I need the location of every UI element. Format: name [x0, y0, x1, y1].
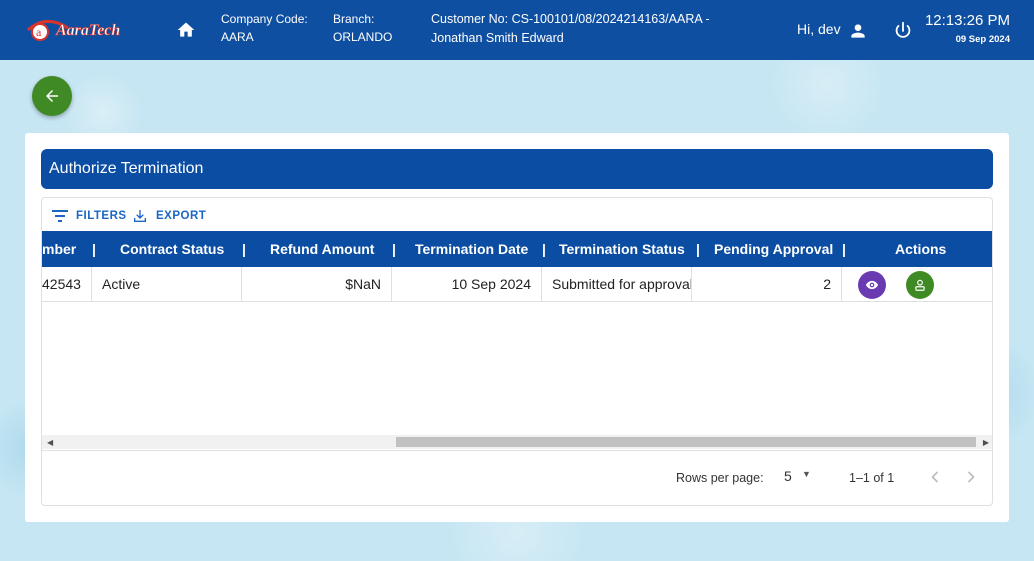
view-button[interactable]: [858, 271, 886, 299]
logo-text: AaraTech: [55, 22, 120, 39]
scroll-left-arrow-icon[interactable]: ◀: [47, 438, 53, 447]
cell-number: 42543: [42, 267, 92, 302]
clock-time: 12:13:26 PM: [924, 12, 1010, 29]
main-card: Authorize Termination FILTERS EXPORT mbe…: [25, 133, 1009, 522]
pagination-range: 1–1 of 1: [849, 471, 895, 485]
aaratech-logo[interactable]: a AaraTech: [26, 16, 144, 42]
export-button[interactable]: EXPORT: [132, 208, 206, 224]
chevron-left-icon: [931, 471, 939, 483]
column-header-termination-status[interactable]: Termination Status: [559, 231, 685, 267]
greeting: Hi, dev: [797, 21, 841, 37]
rows-per-page-label: Rows per page:: [676, 471, 764, 485]
chevron-right-icon: [967, 471, 975, 483]
arrow-left-icon: [46, 90, 58, 102]
download-icon: [134, 210, 146, 222]
column-header-refund-amount[interactable]: Refund Amount: [270, 231, 374, 267]
page-title: Authorize Termination: [41, 149, 993, 189]
column-header-contract-status[interactable]: Contract Status: [120, 231, 224, 267]
filters-label: FILTERS: [76, 210, 127, 222]
cell-termination-status: Submitted for approval: [542, 267, 692, 302]
eye-icon: [865, 280, 879, 290]
branch: Branch: ORLANDO: [333, 10, 392, 46]
customer-name: Jonathan Smith Edward: [431, 31, 564, 45]
column-header-termination-date[interactable]: Termination Date: [415, 231, 528, 267]
table-row[interactable]: 42543 Active $NaN 10 Sep 2024 Submitted …: [42, 267, 992, 302]
company-code: Company Code: AARA: [221, 10, 308, 46]
cell-pending-approval: 2: [692, 267, 842, 302]
customer-number: Customer No: CS-100101/08/2024214163/AAR…: [431, 12, 710, 26]
scroll-right-arrow-icon[interactable]: ▶: [983, 438, 989, 447]
approve-user-icon: [915, 279, 925, 291]
chevron-down-icon: ▼: [802, 469, 811, 479]
company-code-value: AARA: [221, 30, 254, 44]
next-page-button[interactable]: [961, 467, 981, 487]
previous-page-button[interactable]: [925, 467, 945, 487]
power-icon[interactable]: [892, 20, 914, 42]
branch-label: Branch:: [333, 12, 375, 26]
cell-refund-amount: $NaN: [242, 267, 392, 302]
authorize-button[interactable]: [906, 271, 934, 299]
cell-contract-status: Active: [92, 267, 242, 302]
cell-termination-date: 10 Sep 2024: [392, 267, 542, 302]
user-icon[interactable]: [848, 21, 868, 41]
horizontal-scrollbar[interactable]: ◀ ▶: [42, 435, 992, 449]
clock-date: 09 Sep 2024: [955, 34, 1010, 45]
rows-per-page-value: 5: [784, 468, 792, 484]
scrollbar-thumb[interactable]: [396, 437, 976, 447]
company-code-label: Company Code:: [221, 12, 308, 26]
filter-icon: [52, 210, 68, 222]
column-header-pending-approval[interactable]: Pending Approval: [714, 231, 833, 267]
export-label: EXPORT: [156, 210, 207, 222]
back-button[interactable]: [32, 76, 72, 116]
grid-toolbar: FILTERS EXPORT: [42, 198, 992, 231]
column-header-actions: Actions: [895, 241, 947, 257]
table-header: mber | Contract Status | Refund Amount |…: [42, 231, 992, 267]
svg-text:a: a: [36, 25, 42, 39]
branch-value: ORLANDO: [333, 30, 393, 44]
data-grid: FILTERS EXPORT mber | Contract Status | …: [41, 197, 993, 506]
top-app-bar: a AaraTech Company Code: AARA Branch: OR…: [0, 0, 1034, 60]
customer-info: Customer No: CS-100101/08/2024214163/AAR…: [431, 10, 710, 48]
rows-per-page-select[interactable]: 5 ▼: [784, 468, 818, 488]
column-header-number[interactable]: mber: [42, 231, 76, 267]
filters-button[interactable]: FILTERS: [52, 208, 127, 224]
pagination-footer: Rows per page: 5 ▼ 1–1 of 1: [42, 450, 992, 505]
home-icon[interactable]: [176, 20, 196, 40]
